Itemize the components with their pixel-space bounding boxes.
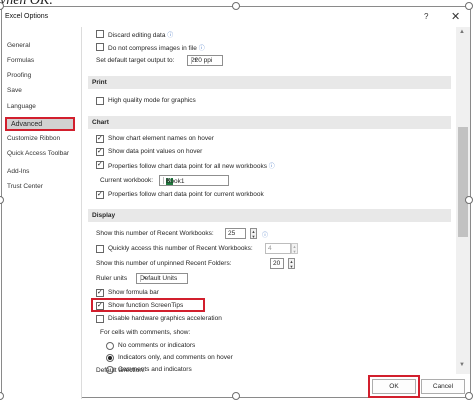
unpinned-folders-label: Show this number of unpinned Recent Fold… [96,260,232,267]
help-button[interactable]: ? [424,12,428,21]
no-comments-radio[interactable] [106,342,114,350]
props-all-workbooks-label: Properties follow chart data point for a… [108,163,275,170]
ruler-units-select[interactable]: Default Units ▾ [136,273,188,284]
sidebar-item-formulas[interactable]: Formulas [7,57,34,64]
chevron-down-icon: ▾ [163,177,171,184]
props-current-workbook-checkbox[interactable] [96,190,104,199]
title-bar: Excel Options ? ✕ [2,7,470,27]
data-point-values-checkbox[interactable] [96,147,104,156]
recent-workbooks-label: Show this number of Recent Workbooks: [96,230,214,237]
default-direction-label: Default direction: [96,367,145,374]
sidebar-item-quick-access-toolbar[interactable]: Quick Access Toolbar [7,150,69,157]
unpinned-folders-input[interactable]: 20 [270,258,284,269]
section-print: Print [88,76,451,89]
current-workbook-select[interactable]: X Book1 ▾ [159,175,229,186]
advanced-options-panel: Discard editing data ⓘ Do not compress i… [84,27,455,374]
indicators-only-radio[interactable] [106,354,114,362]
sidebar-item-save[interactable]: Save [7,87,22,94]
scroll-up-icon[interactable]: ▲ [459,29,465,35]
quick-access-input[interactable]: 4 [265,243,291,254]
scrollbar-thumb[interactable] [458,127,468,237]
target-output-label: Set default target output to: [96,57,175,64]
chevron-down-icon: ▾ [191,57,199,64]
info-icon: ⓘ [268,164,275,170]
sidebar-item-label: Advanced [11,121,43,128]
section-chart: Chart [88,116,451,129]
info-icon: ⓘ [167,33,174,39]
recent-workbooks-spinner[interactable]: ▲ ▼ [250,228,257,239]
unpinned-folders-spinner[interactable]: ▲ ▼ [288,258,295,269]
quick-access-checkbox[interactable] [96,245,104,253]
sidebar-item-customize-ribbon[interactable]: Customize Ribbon [7,135,60,142]
comments-show-label: For cells with comments, show: [100,329,191,336]
dialog-title: Excel Options [5,13,49,20]
target-output-select[interactable]: 220 ppi ▾ [187,55,223,66]
recent-workbooks-input[interactable]: 25 [225,228,246,239]
current-workbook-label: Current workbook: [100,177,154,184]
resize-handle-right[interactable] [465,196,473,204]
ruler-units-label: Ruler units [96,275,128,282]
discard-editing-checkbox[interactable] [96,30,104,38]
disable-hw-accel-checkbox[interactable] [96,315,104,323]
resize-handle-bottom[interactable] [232,392,240,400]
screentips-highlight [91,298,205,312]
sidebar-item-add-ins[interactable]: Add-Ins [7,168,29,175]
section-display: Display [88,209,451,222]
info-icon: ⓘ [198,46,205,52]
formula-bar-checkbox[interactable] [96,288,104,297]
resize-handle-top-right[interactable] [465,2,473,10]
chart-element-names-checkbox[interactable] [96,134,104,143]
resize-handle-top[interactable] [232,2,240,10]
sidebar-item-language[interactable]: Language [7,103,36,110]
excel-options-dialog: Excel Options ? ✕ General Formulas Proof… [1,6,471,399]
options-sidebar: General Formulas Proofing Save Language … [2,27,82,399]
props-all-workbooks-checkbox[interactable] [96,160,104,169]
cancel-button[interactable]: Cancel [421,379,465,394]
no-compress-label: Do not compress images in file ⓘ [108,45,205,52]
sidebar-item-general[interactable]: General [7,42,30,49]
sidebar-item-advanced[interactable]: Advanced [5,117,75,131]
sidebar-item-proofing[interactable]: Proofing [7,72,31,79]
discard-editing-label: Discard editing data ⓘ [108,32,174,39]
resize-handle-bottom-right[interactable] [465,392,473,400]
high-quality-checkbox[interactable] [96,97,104,105]
scroll-down-icon[interactable]: ▼ [459,362,465,368]
info-icon: ⓘ [262,233,269,239]
no-compress-checkbox[interactable] [96,43,104,51]
close-icon[interactable]: ✕ [451,10,460,23]
chevron-down-icon: ▾ [140,275,148,282]
ok-button-highlight [368,375,420,398]
quick-access-spinner[interactable]: ▲ ▼ [291,243,298,254]
sidebar-item-trust-center[interactable]: Trust Center [7,183,43,190]
